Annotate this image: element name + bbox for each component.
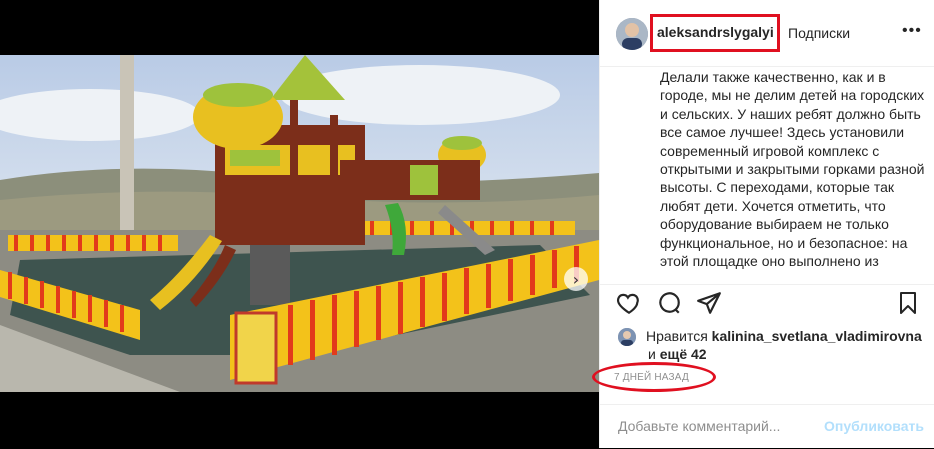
username-highlight-annotation — [650, 14, 780, 52]
avatar[interactable] — [616, 18, 648, 50]
instagram-post-window: › aleksandrslygalyi Подписки ••• Делали … — [0, 0, 934, 448]
avatar-image — [616, 18, 648, 50]
media-panel: › — [0, 0, 599, 448]
likes-more-prefix: и — [648, 346, 656, 362]
likes-line: Нравится kalinina_svetlana_vladimirovna — [646, 328, 922, 344]
liker-avatar[interactable] — [618, 328, 636, 346]
likes-prefix: Нравится — [646, 328, 708, 344]
chevron-right-icon[interactable]: › — [564, 267, 588, 291]
post-photo[interactable]: › — [0, 55, 599, 392]
following-button[interactable]: Подписки — [788, 25, 850, 41]
section-divider — [600, 284, 934, 285]
more-options-icon[interactable]: ••• — [902, 22, 922, 40]
share-icon[interactable] — [696, 290, 722, 321]
post-caption: Делали также качественно, как и в городе… — [660, 69, 925, 270]
post-header: aleksandrslygalyi Подписки ••• — [600, 0, 934, 67]
liker-username[interactable]: kalinina_svetlana_vladimirovna — [712, 328, 922, 344]
comment-bar: Опубликовать — [600, 404, 934, 449]
playground-image — [0, 55, 599, 392]
comment-icon[interactable] — [656, 290, 682, 321]
date-highlight-annotation — [592, 362, 716, 392]
likes-more-count[interactable]: ещё 42 — [660, 346, 707, 362]
comment-input[interactable] — [616, 417, 810, 435]
likes-more-line: и ещё 42 — [648, 346, 707, 362]
heart-icon[interactable] — [616, 290, 642, 321]
bookmark-icon[interactable] — [896, 290, 920, 321]
publish-button[interactable]: Опубликовать — [824, 418, 924, 434]
post-actions — [600, 290, 934, 324]
